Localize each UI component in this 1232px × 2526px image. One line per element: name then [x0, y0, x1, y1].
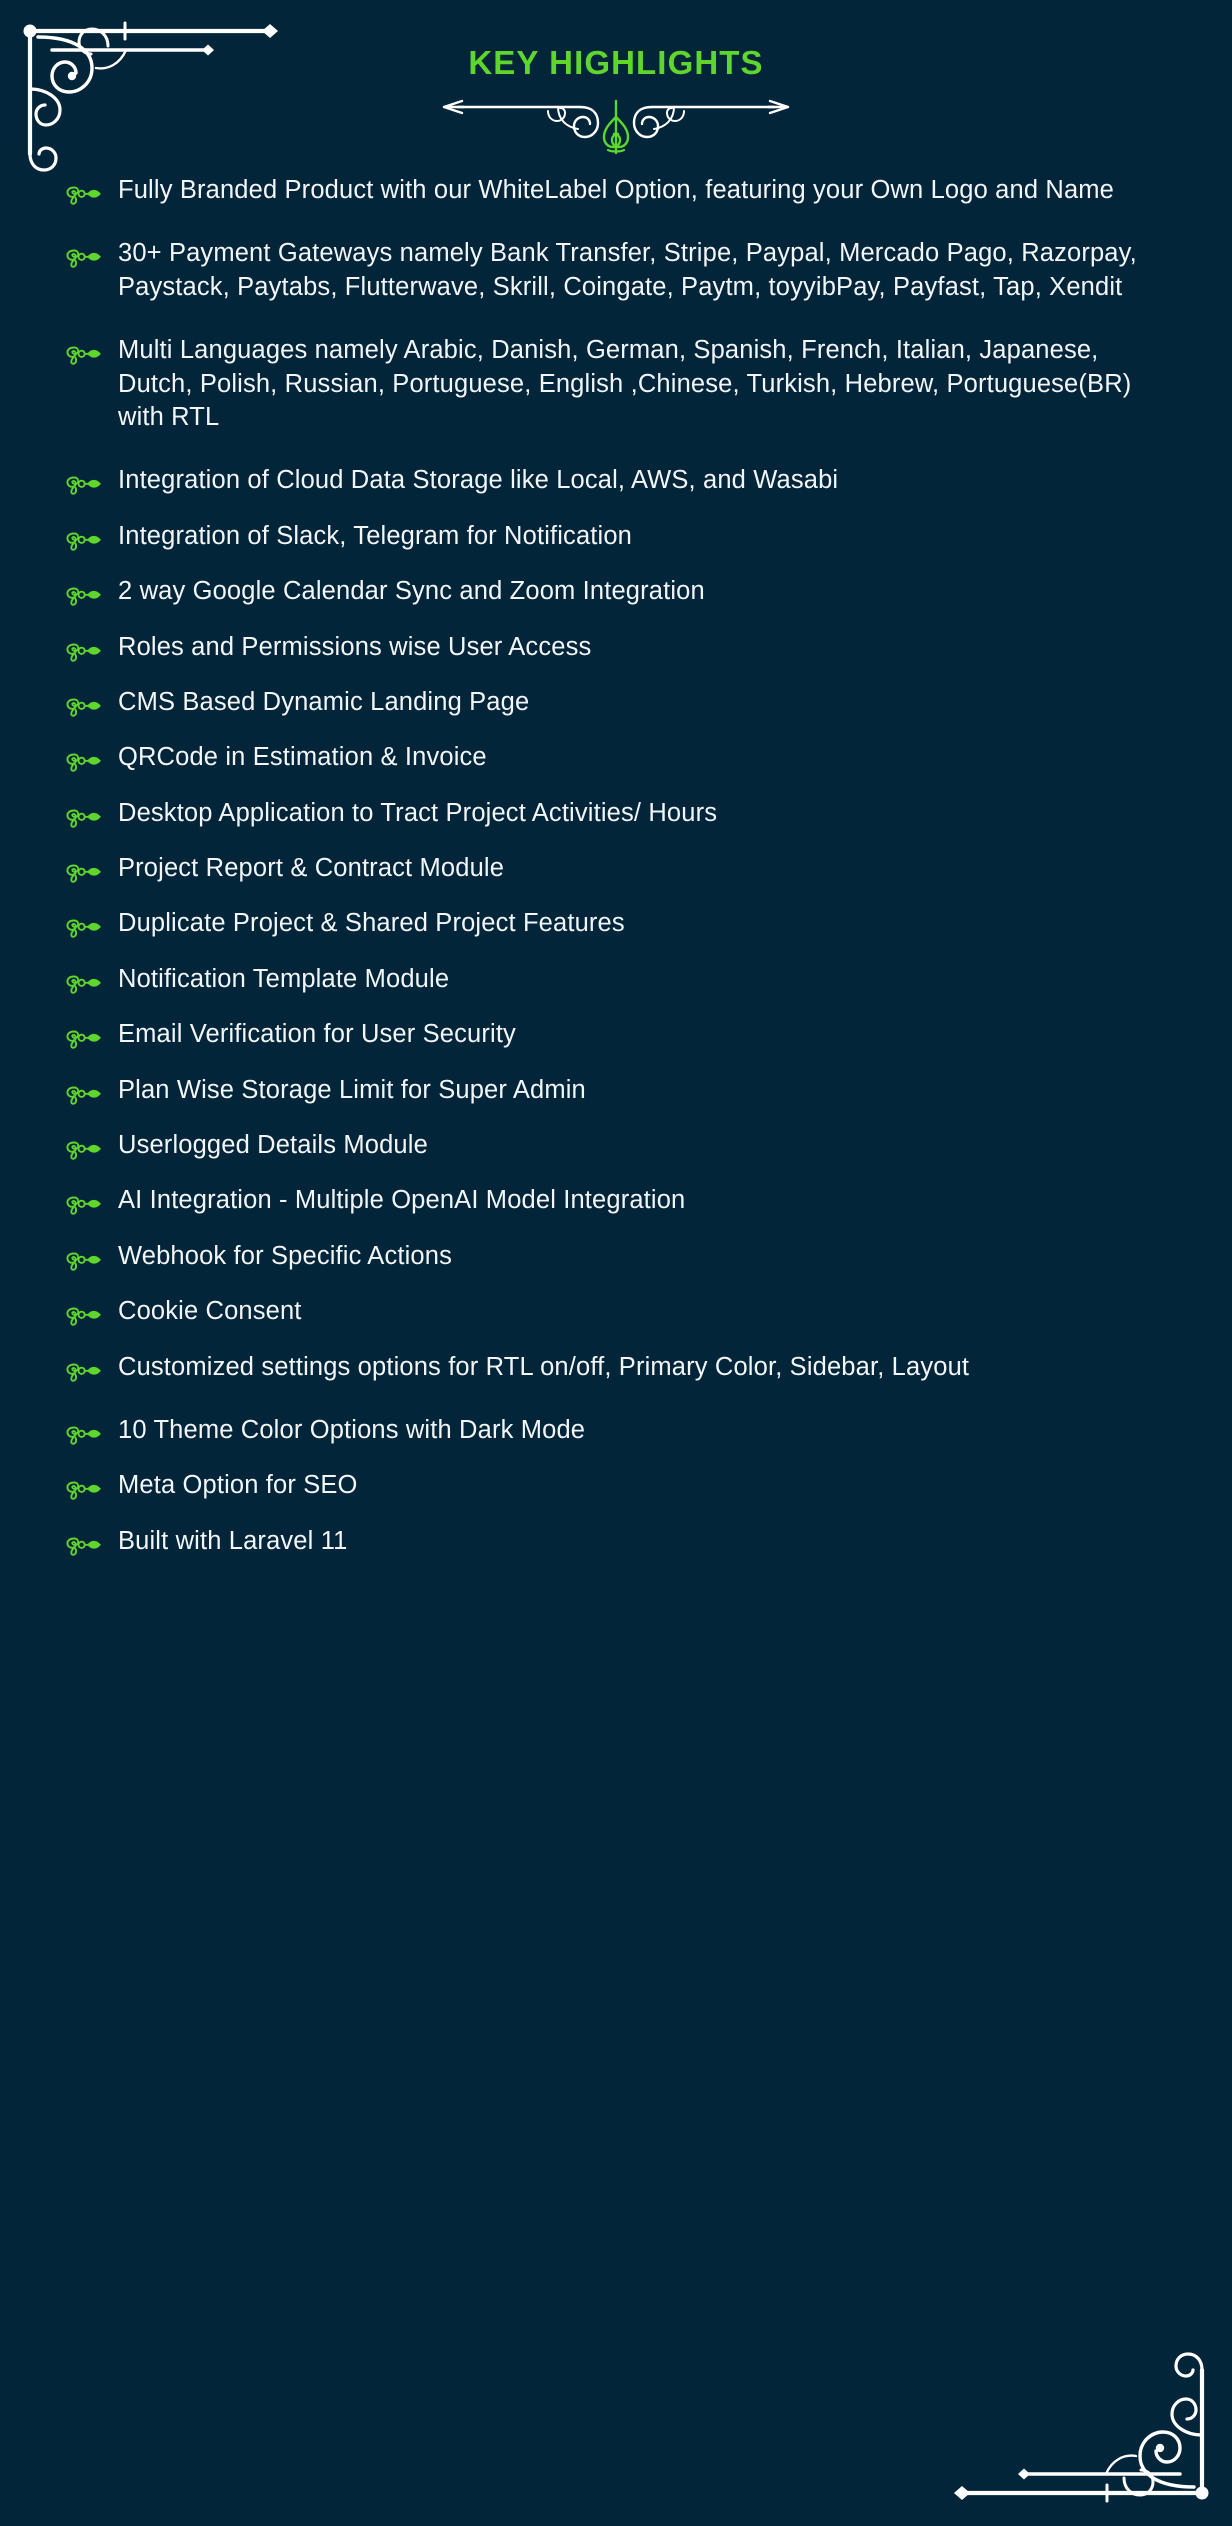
- list-item: CMS Based Dynamic Landing Page: [64, 686, 1188, 719]
- ornamental-arrow-bullet-icon: [66, 186, 101, 205]
- list-item-label: Duplicate Project & Shared Project Featu…: [118, 909, 625, 938]
- list-item: Userlogged Details Module: [64, 1129, 1188, 1162]
- list-item-label: Project Report & Contract Module: [118, 854, 505, 883]
- ornamental-arrow-bullet-icon: [66, 975, 101, 994]
- list-item-label: Built with Laravel 11: [118, 1526, 348, 1555]
- ornamental-arrow-bullet-icon: [66, 346, 101, 365]
- ornamental-arrow-bullet-icon: [66, 1196, 101, 1216]
- list-item: Notification Template Module: [64, 963, 1188, 996]
- list-item: Integration of Slack, Telegram for Notif…: [64, 520, 1188, 553]
- list-item: 30+ Payment Gateways namely Bank Transfe…: [64, 237, 1188, 304]
- list-item: QRCode in Estimation & Invoice: [64, 741, 1188, 774]
- ornamental-arrow-bullet-icon: [66, 1141, 101, 1160]
- ornamental-arrow-bullet-icon: [66, 587, 101, 606]
- list-item-label: Desktop Application to Tract Project Act…: [118, 798, 718, 827]
- list-item: Plan Wise Storage Limit for Super Admin: [64, 1074, 1188, 1107]
- list-item: Duplicate Project & Shared Project Featu…: [64, 907, 1188, 940]
- list-item: Roles and Permissions wise User Access: [64, 631, 1188, 664]
- ornamental-arrow-bullet-icon: [66, 643, 101, 662]
- ornamental-arrow-bullet-icon: [66, 864, 101, 883]
- list-item-label: Notification Template Module: [118, 964, 450, 993]
- list-item: Email Verification for User Security: [64, 1018, 1188, 1051]
- list-item: Customized settings options for RTL on/o…: [64, 1351, 1188, 1384]
- ornamental-arrow-bullet-icon: [66, 809, 101, 828]
- ornamental-arrow-bullet-icon: [66, 1537, 101, 1556]
- key-highlights-page: KEY HIGHLIGHTS Fully Branded Product wit…: [0, 0, 1232, 2526]
- list-item-label: Webhook for Specific Actions: [118, 1241, 452, 1270]
- list-item-label: AI Integration - Multiple OpenAI Model I…: [118, 1186, 686, 1215]
- list-item-label: Cookie Consent: [118, 1297, 302, 1326]
- list-item: Webhook for Specific Actions: [64, 1240, 1188, 1273]
- list-item-label: Plan Wise Storage Limit for Super Admin: [118, 1075, 586, 1104]
- list-item-label: Customized settings options for RTL on/o…: [118, 1352, 970, 1381]
- ornamental-arrow-bullet-icon: [66, 1030, 101, 1049]
- ornamental-arrow-bullet-icon: [66, 1363, 101, 1382]
- list-item: Cookie Consent: [64, 1295, 1188, 1328]
- list-item-label: 2 way Google Calendar Sync and Zoom Inte…: [118, 577, 705, 606]
- list-item: Multi Languages namely Arabic, Danish, G…: [64, 334, 1188, 434]
- corner-flourish-icon-bottom-right: [954, 2340, 1224, 2520]
- list-item: Integration of Cloud Data Storage like L…: [64, 464, 1188, 497]
- ornamental-arrow-bullet-icon: [66, 1426, 101, 1445]
- ornamental-flourish-divider: [442, 99, 790, 155]
- ornamental-arrow-bullet-icon: [66, 753, 101, 773]
- list-item-label: QRCode in Estimation & Invoice: [118, 743, 487, 772]
- list-item-label: 30+ Payment Gateways namely Bank Transfe…: [118, 239, 1137, 301]
- list-item: 10 Theme Color Options with Dark Mode: [64, 1414, 1188, 1447]
- list-item: Desktop Application to Tract Project Act…: [64, 797, 1188, 830]
- list-item-label: Integration of Cloud Data Storage like L…: [118, 466, 839, 495]
- page-title: KEY HIGHLIGHTS: [468, 44, 764, 81]
- ornamental-arrow-bullet-icon: [66, 1307, 101, 1326]
- list-item-label: Multi Languages namely Arabic, Danish, G…: [118, 336, 1132, 431]
- ornamental-arrow-bullet-icon: [66, 476, 101, 496]
- page-header: KEY HIGHLIGHTS: [0, 0, 1232, 168]
- ornamental-arrow-bullet-icon: [66, 1481, 101, 1501]
- list-item-label: Email Verification for User Security: [118, 1020, 516, 1049]
- list-item: AI Integration - Multiple OpenAI Model I…: [64, 1184, 1188, 1217]
- list-item-label: Integration of Slack, Telegram for Notif…: [118, 521, 632, 550]
- list-item-label: Fully Branded Product with our WhiteLabe…: [118, 176, 1115, 204]
- list-item-label: 10 Theme Color Options with Dark Mode: [118, 1415, 586, 1444]
- ornamental-arrow-bullet-icon: [66, 920, 101, 939]
- list-item: Built with Laravel 11: [64, 1525, 1188, 1558]
- list-item-label: CMS Based Dynamic Landing Page: [118, 687, 530, 716]
- list-item-label: Roles and Permissions wise User Access: [118, 632, 592, 661]
- list-item: Project Report & Contract Module: [64, 852, 1188, 885]
- list-item-label: Meta Option for SEO: [118, 1471, 358, 1500]
- ornamental-arrow-bullet-icon: [66, 698, 101, 717]
- ornamental-arrow-bullet-icon: [66, 1252, 101, 1271]
- ornamental-arrow-bullet-icon: [66, 1086, 101, 1105]
- list-item: Meta Option for SEO: [64, 1469, 1188, 1502]
- highlights-list: Fully Branded Product with our WhiteLabe…: [0, 174, 1232, 1558]
- ornamental-arrow-bullet-icon: [66, 249, 101, 269]
- list-item-label: Userlogged Details Module: [118, 1131, 428, 1160]
- ornamental-arrow-bullet-icon: [66, 532, 101, 551]
- list-item: Fully Branded Product with our WhiteLabe…: [64, 174, 1188, 207]
- list-item: 2 way Google Calendar Sync and Zoom Inte…: [64, 575, 1188, 608]
